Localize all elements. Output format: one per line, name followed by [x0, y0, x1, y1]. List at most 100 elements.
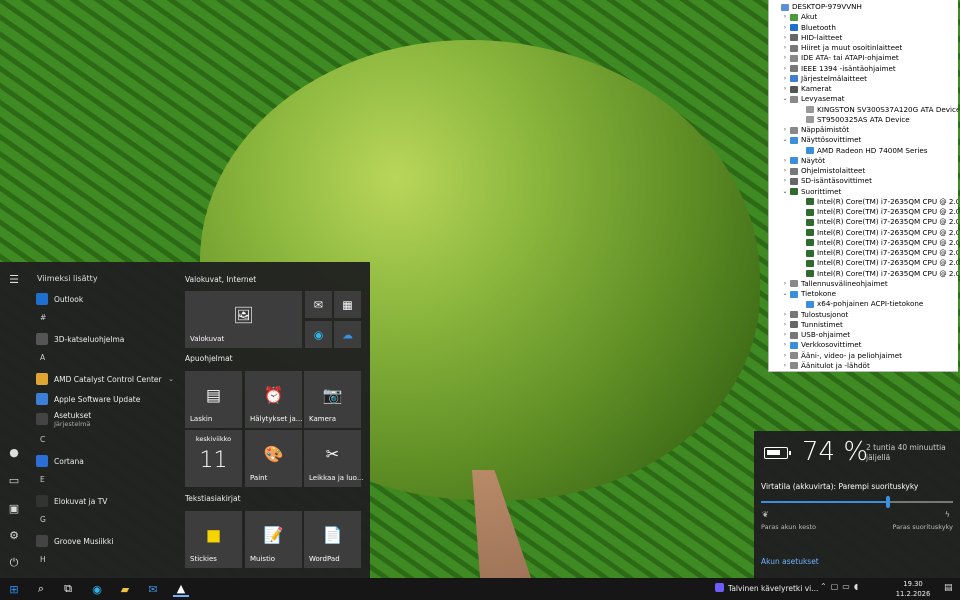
tile-notepad[interactable]: 📝 Muistio: [245, 511, 302, 568]
device-tree-row[interactable]: Intel(R) Core(TM) i7-2635QM CPU @ 2.00GH…: [769, 228, 958, 238]
app-list-item[interactable]: Cortana: [36, 452, 174, 470]
chevron-right-icon[interactable]: ›: [781, 74, 789, 84]
device-tree-row[interactable]: › Äänitulot ja -lähdöt: [769, 361, 958, 371]
system-tray[interactable]: ⌃▢▭◖: [820, 582, 862, 591]
documents-icon[interactable]: ▭: [7, 474, 21, 488]
device-tree-row[interactable]: › USB-ohjaimet: [769, 330, 958, 340]
device-tree-row[interactable]: › Ohjelmistolaitteet: [769, 166, 958, 176]
chevron-right-icon[interactable]: ›: [781, 320, 789, 330]
chevron-right-icon[interactable]: ›: [781, 33, 789, 43]
slider-thumb[interactable]: [885, 496, 890, 508]
settings-gear-icon[interactable]: ⚙: [7, 529, 21, 543]
device-tree-row[interactable]: ST9500325AS ATA Device: [769, 115, 958, 125]
device-tree-row[interactable]: › Tulostusjonot: [769, 310, 958, 320]
device-tree-row[interactable]: › SD-isäntäsovittimet: [769, 176, 958, 186]
app-list-letter[interactable]: C: [40, 435, 45, 444]
device-tree-row[interactable]: › Bluetooth: [769, 23, 958, 33]
app-list-letter[interactable]: A: [40, 353, 45, 362]
chevron-right-icon[interactable]: ›: [781, 176, 789, 186]
device-tree-row[interactable]: › Kamerat: [769, 84, 958, 94]
pictures-icon[interactable]: ▣: [7, 502, 21, 516]
device-tree-row[interactable]: › HID-laitteet: [769, 33, 958, 43]
device-tree-row[interactable]: ⌄ Levyasemat: [769, 94, 958, 104]
app-list-item[interactable]: Apple Software Update: [36, 390, 174, 408]
notification-icon[interactable]: ▤: [944, 583, 953, 593]
file-explorer-icon[interactable]: ▰: [117, 581, 133, 597]
tile-paint[interactable]: 🎨 Paint: [245, 430, 302, 487]
clock[interactable]: 19.30 11.2.2026: [890, 579, 936, 599]
windows-start-icon[interactable]: ⊞: [6, 581, 22, 597]
network-icon[interactable]: ▢: [831, 582, 843, 591]
device-tree-row[interactable]: Intel(R) Core(TM) i7-2635QM CPU @ 2.00GH…: [769, 207, 958, 217]
device-tree-row[interactable]: Intel(R) Core(TM) i7-2635QM CPU @ 2.00GH…: [769, 258, 958, 268]
battery-tray-icon[interactable]: ▭: [842, 582, 854, 591]
device-tree-row[interactable]: › Verkkosovittimet: [769, 340, 958, 350]
app-list-item[interactable]: 3D-katseluohjelma: [36, 330, 174, 348]
app-list-letter[interactable]: H: [40, 555, 46, 564]
device-tree-row[interactable]: › Näytöt: [769, 156, 958, 166]
tile-onedrive[interactable]: ☁: [334, 321, 361, 348]
app-list-item[interactable]: Elokuvat ja TV: [36, 492, 174, 510]
tile-photos[interactable]: 🖼 Valokuvat: [185, 291, 302, 348]
chevron-right-icon[interactable]: ›: [781, 330, 789, 340]
tile-stickies[interactable]: ■ Stickies: [185, 511, 242, 568]
chevron-down-icon[interactable]: ⌄: [168, 375, 174, 383]
device-tree-row[interactable]: DESKTOP-979VVNH: [769, 2, 958, 12]
app-list-letter[interactable]: E: [40, 475, 45, 484]
app-list-item[interactable]: Outlook: [36, 290, 174, 308]
device-tree-row[interactable]: › Akut: [769, 12, 958, 22]
tile-edge[interactable]: ◉: [305, 321, 332, 348]
power-mode-slider[interactable]: [761, 496, 953, 508]
hamburger-menu-icon[interactable]: ☰: [7, 273, 21, 287]
volume-icon[interactable]: ◖: [854, 582, 862, 591]
chevron-right-icon[interactable]: ›: [781, 156, 789, 166]
tile-camera[interactable]: 📷 Kamera: [304, 371, 361, 428]
device-tree-row[interactable]: Intel(R) Core(TM) i7-2635QM CPU @ 2.00GH…: [769, 197, 958, 207]
user-account-icon[interactable]: ●: [7, 446, 21, 460]
app-list-item[interactable]: Asetukset Järjestelmä: [36, 410, 174, 428]
battery-settings-link[interactable]: Akun asetukset: [761, 557, 819, 566]
chevron-right-icon[interactable]: ›: [781, 43, 789, 53]
device-tree-row[interactable]: Intel(R) Core(TM) i7-2635QM CPU @ 2.00GH…: [769, 248, 958, 258]
tile-snip[interactable]: ✂ Leikkaa ja luo...: [304, 430, 364, 487]
device-tree-row[interactable]: › Järjestelmälaitteet: [769, 74, 958, 84]
device-tree-row[interactable]: › Tallennusvälineohjaimet: [769, 279, 958, 289]
chevron-right-icon[interactable]: ›: [781, 279, 789, 289]
chevron-right-icon[interactable]: ›: [781, 53, 789, 63]
tile-alarms[interactable]: ⏰ Hälytykset ja...: [245, 371, 302, 428]
device-tree-row[interactable]: › Näppäimistöt: [769, 125, 958, 135]
power-icon[interactable]: ⏻: [7, 556, 21, 570]
device-manager-tree[interactable]: DESKTOP-979VVNH › Akut › Bluetooth › HID-laitt…: [768, 0, 958, 372]
device-tree-row[interactable]: › Ääni-, video- ja peliohjaimet: [769, 351, 958, 361]
chevron-right-icon[interactable]: ›: [781, 166, 789, 176]
tile-calculator[interactable]: ▤ Laskin: [185, 371, 242, 428]
chevron-right-icon[interactable]: ›: [781, 351, 789, 361]
tile-mail[interactable]: ✉: [305, 291, 332, 318]
app-list-item[interactable]: Groove Musiikki: [36, 532, 174, 550]
mail-taskbar-icon[interactable]: ✉: [145, 581, 161, 597]
chevron-right-icon[interactable]: ›: [781, 125, 789, 135]
device-tree-row[interactable]: Intel(R) Core(TM) i7-2635QM CPU @ 2.00GH…: [769, 269, 958, 279]
tile-store[interactable]: ▦: [334, 291, 361, 318]
device-tree-row[interactable]: ⌄ Tietokone: [769, 289, 958, 299]
device-tree-row[interactable]: › Hiiret ja muut osoitinlaitteet: [769, 43, 958, 53]
chevron-down-icon[interactable]: ⌄: [781, 289, 789, 299]
tile-calendar[interactable]: keskiviikko 11: [185, 430, 242, 487]
app-list-letter[interactable]: #: [40, 313, 46, 322]
device-tree-row[interactable]: Intel(R) Core(TM) i7-2635QM CPU @ 2.00GH…: [769, 238, 958, 248]
device-tree-row[interactable]: x64-pohjainen ACPI-tietokone: [769, 299, 958, 309]
search-icon[interactable]: ⌕: [33, 581, 49, 597]
photos-taskbar-icon[interactable]: ▲: [173, 581, 189, 597]
device-tree-row[interactable]: KINGSTON SV300S37A120G ATA Device: [769, 105, 958, 115]
task-view-icon[interactable]: ⧉: [60, 581, 76, 597]
device-tree-row[interactable]: › IDE ATA- tai ATAPI-ohjaimet: [769, 53, 958, 63]
chevron-right-icon[interactable]: ›: [781, 12, 789, 22]
chevron-right-icon[interactable]: ›: [781, 64, 789, 74]
device-tree-row[interactable]: › IEEE 1394 -isäntäohjaimet: [769, 64, 958, 74]
chevron-down-icon[interactable]: ⌄: [781, 187, 789, 197]
tile-wordpad[interactable]: 📄 WordPad: [304, 511, 361, 568]
device-tree-row[interactable]: ⌄ Suorittimet: [769, 187, 958, 197]
chevron-right-icon[interactable]: ›: [781, 361, 789, 371]
media-widget[interactable]: Talvinen kävelyretki vi...: [715, 583, 818, 593]
app-list-item[interactable]: AMD Catalyst Control Center ⌄: [36, 370, 174, 388]
